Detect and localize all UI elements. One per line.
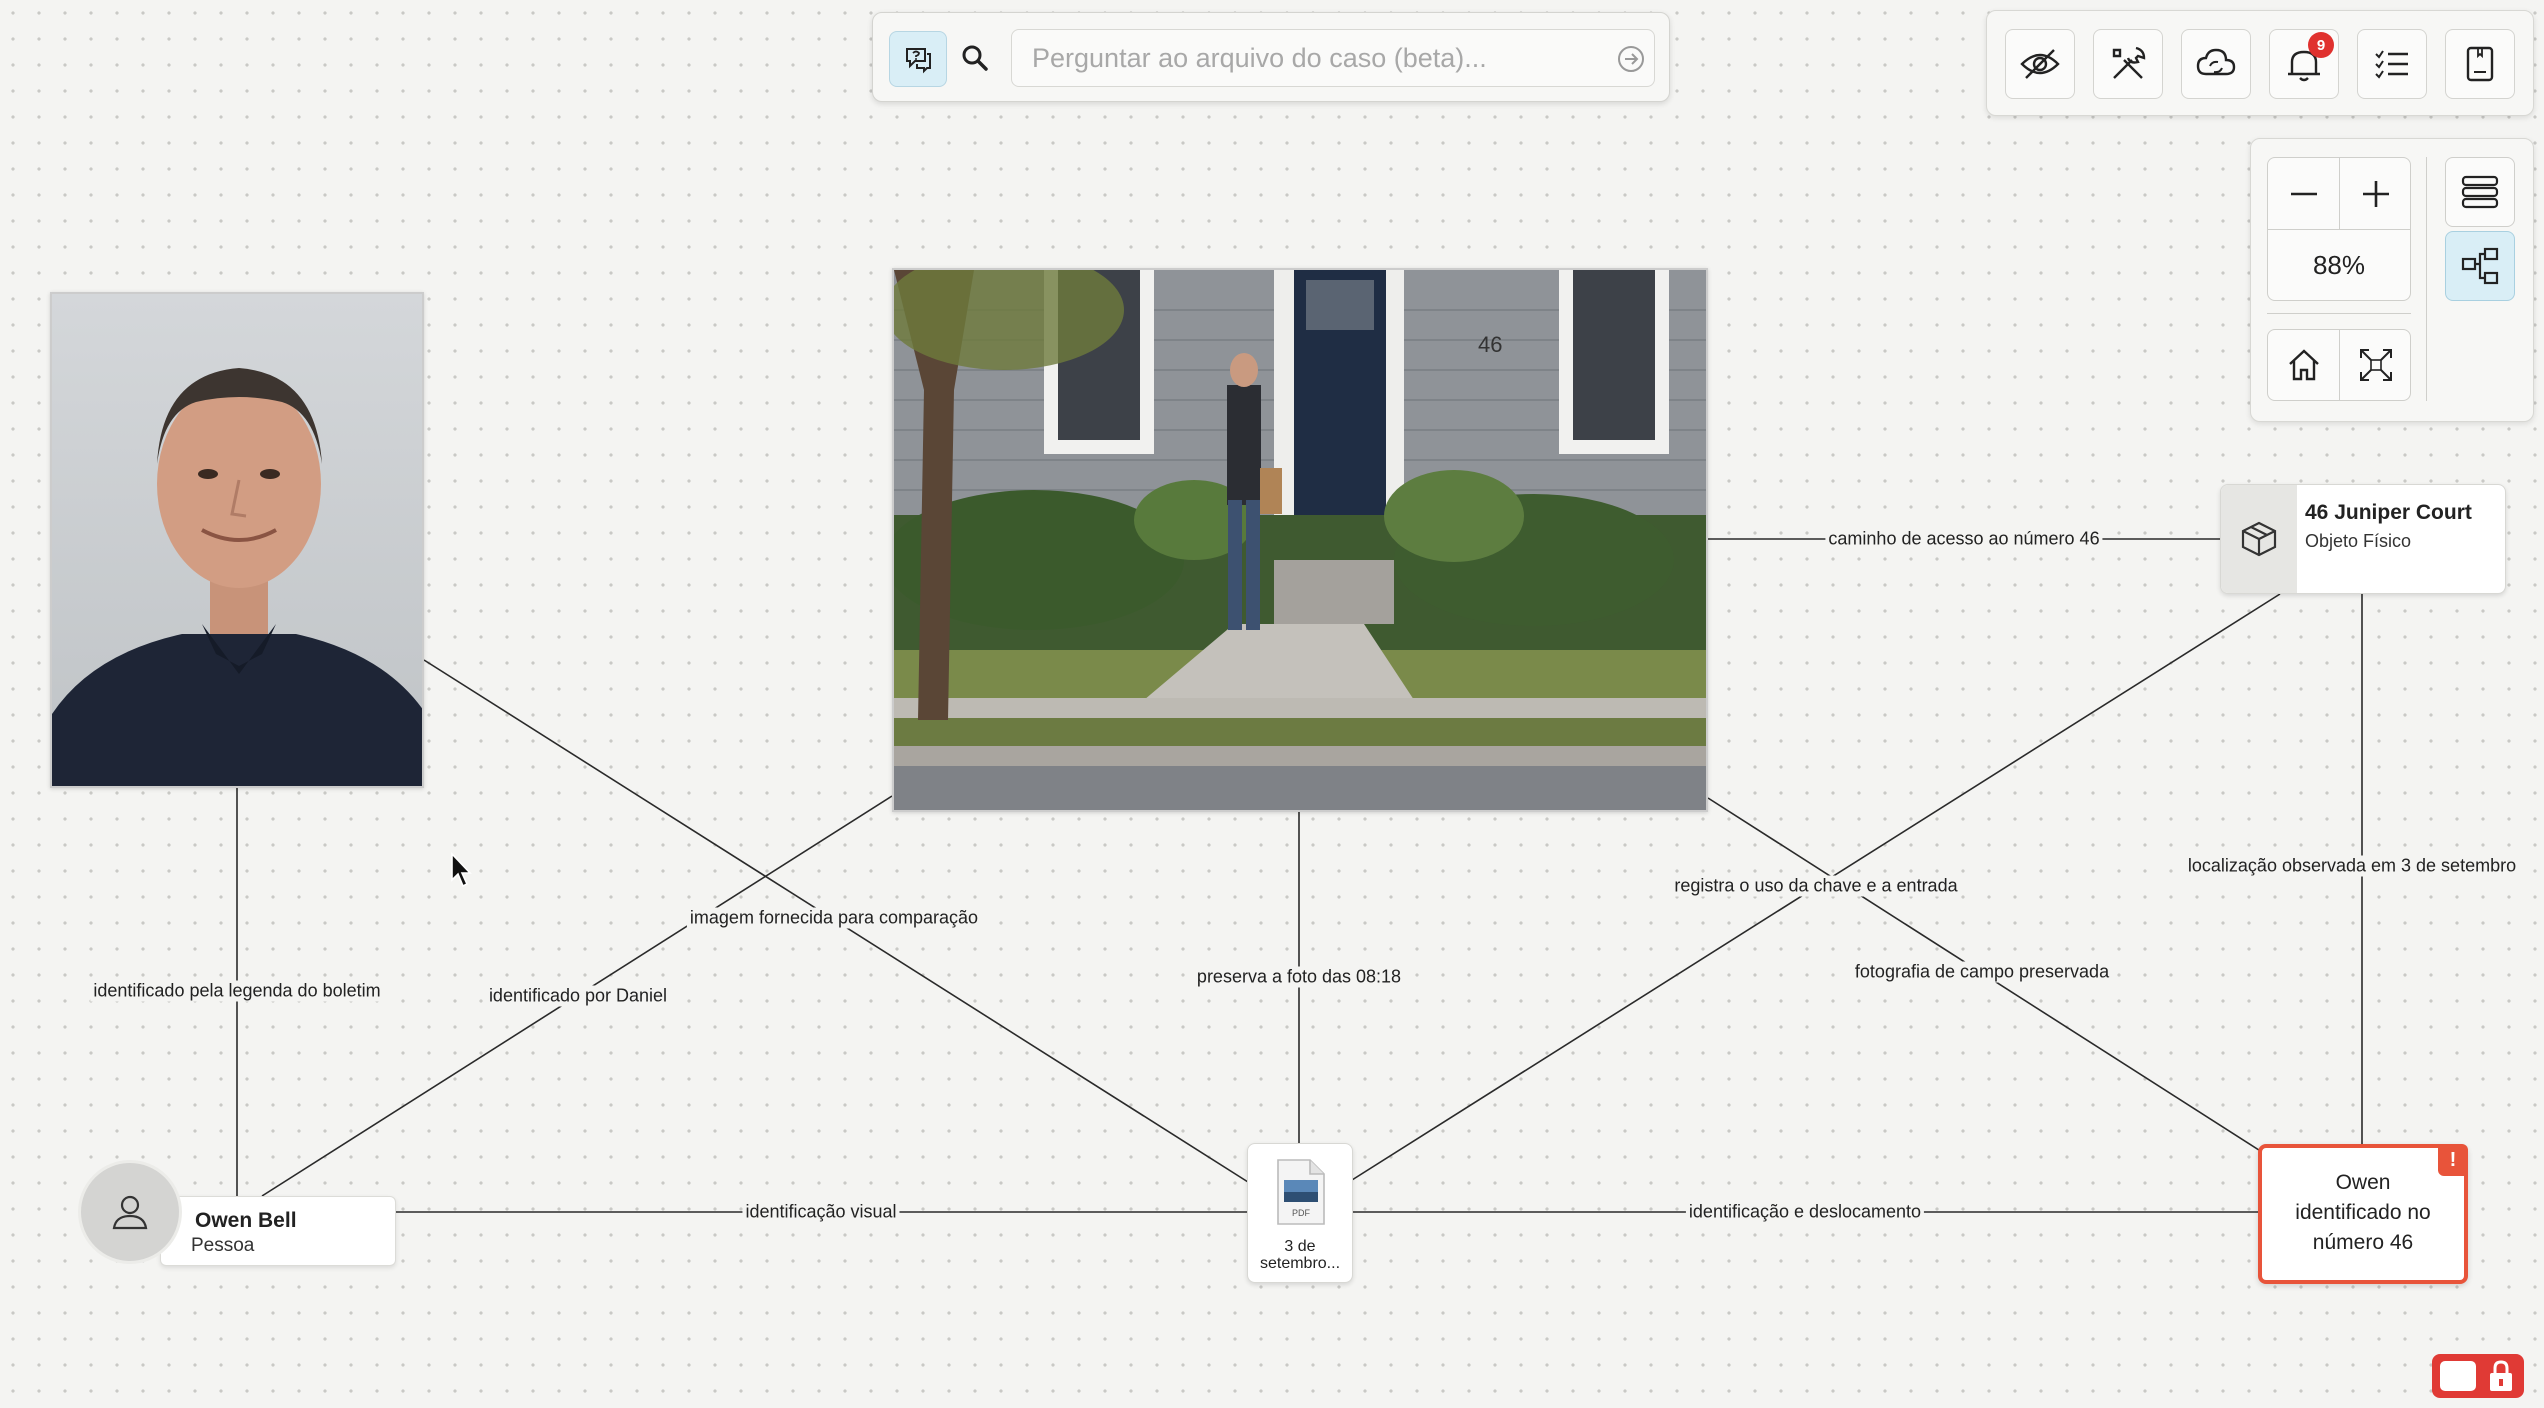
zoom-panel: 88%	[2250, 138, 2534, 422]
person-name: Owen Bell	[195, 1209, 297, 1232]
toggle-visibility-button[interactable]	[2005, 29, 2075, 99]
pdf-file-icon: PDF	[1277, 1159, 1325, 1225]
list-layout-button[interactable]	[2445, 157, 2515, 227]
house-photo-node[interactable]: 46	[892, 268, 1708, 812]
case-search-bar	[872, 12, 1670, 102]
search-icon	[962, 45, 988, 71]
pdf-type-text: PDF	[1292, 1208, 1311, 1218]
edge-label-identified-by-daniel[interactable]: identificado por Daniel	[485, 985, 671, 1007]
alert-flag-icon[interactable]: !	[2438, 1144, 2468, 1176]
view-controls	[2267, 329, 2411, 401]
entity-icon-container	[2221, 485, 2297, 593]
portrait-photo-node[interactable]	[50, 292, 424, 788]
claim-text-line3: número 46	[2312, 1231, 2414, 1254]
chat-question-icon	[906, 48, 931, 74]
graph-layout-icon	[2461, 247, 2499, 285]
document-label: 3 de setembro...	[1248, 1238, 1352, 1272]
claim-text-line1: Owen	[2335, 1171, 2391, 1194]
portrait-image	[52, 294, 422, 786]
notebook-button[interactable]	[2445, 29, 2515, 99]
eye-off-icon	[2020, 49, 2060, 79]
search-button[interactable]	[947, 31, 1003, 85]
chat-mode-button[interactable]	[889, 31, 947, 87]
claim-text-line2: identificado no	[2295, 1201, 2431, 1224]
stacked-list-icon	[2461, 175, 2499, 209]
checklist-button[interactable]	[2357, 29, 2427, 99]
person-avatar[interactable]	[78, 1160, 182, 1264]
zoom-panel-vertical-divider	[2426, 157, 2427, 401]
edge-label-visual-id[interactable]: identificação visual	[742, 1201, 900, 1223]
edge-label-id-and-movement[interactable]: identificação e deslocamento	[1685, 1201, 1925, 1223]
notifications-button[interactable]: 9	[2269, 29, 2339, 99]
person-icon	[112, 1195, 148, 1230]
zoom-controls: 88%	[2267, 157, 2411, 301]
notification-count-badge: 9	[2308, 32, 2334, 58]
cloud-sync-icon	[2196, 48, 2236, 76]
tools-icon	[2112, 46, 2146, 79]
zoom-divider	[2267, 313, 2411, 314]
document-label-line1: 3 de	[1284, 1238, 1316, 1255]
zoom-in-button[interactable]	[2340, 158, 2411, 229]
document-label-line2: setembro...	[1259, 1255, 1341, 1272]
edge-label-key-use[interactable]: registra o uso da chave e a entrada	[1671, 875, 1961, 897]
edge-label-bulletin-caption[interactable]: identificado pela legenda do boletim	[90, 980, 384, 1002]
person-type: Pessoa	[191, 1235, 255, 1256]
house-image: 46	[894, 270, 1706, 810]
fit-to-screen-button[interactable]	[2340, 330, 2411, 400]
mouse-cursor-icon	[451, 852, 472, 888]
cloud-sync-button[interactable]	[2181, 29, 2251, 99]
claim-node[interactable]: Owen identificado no número 46 !	[2258, 1144, 2468, 1284]
plus-icon	[2362, 180, 2389, 207]
package-icon	[2241, 521, 2277, 557]
edge-label-comparison-image[interactable]: imagem fornecida para comparação	[686, 907, 982, 929]
expand-icon	[2359, 349, 2392, 381]
lock-icon	[2490, 1360, 2512, 1391]
entity-title: 46 Juniper Court	[2305, 501, 2472, 524]
notebook-icon	[2466, 46, 2494, 82]
zoom-out-button[interactable]	[2268, 158, 2339, 229]
home-icon	[2288, 349, 2319, 381]
location-entity-node[interactable]: 46 Juniper Court Objeto Físico	[2220, 484, 2506, 594]
edge-label-location-observed[interactable]: localização observada em 3 de setembro	[2184, 855, 2520, 877]
case-search-input[interactable]	[1011, 29, 1655, 87]
tools-button[interactable]	[2093, 29, 2163, 99]
lock-switch-knob	[2440, 1361, 2476, 1391]
zoom-level: 88%	[2312, 249, 2366, 280]
entity-type: Objeto Físico	[2305, 531, 2412, 551]
person-node-card[interactable]: Owen Bell Pessoa	[160, 1196, 396, 1266]
edge-label-access-path[interactable]: caminho de acesso ao número 46	[1825, 528, 2103, 550]
document-node[interactable]: PDF 3 de setembro...	[1247, 1143, 1353, 1283]
checklist-icon	[2375, 50, 2408, 79]
house-number-text: 46	[1478, 332, 1502, 357]
graph-layout-button[interactable]	[2445, 231, 2515, 301]
edge-label-field-photo[interactable]: fotografia de campo preservada	[1851, 961, 2113, 983]
main-toolbar: 9	[1986, 10, 2534, 116]
claim-text: Owen identificado no número 46	[2262, 1168, 2464, 1258]
submit-arrow-icon[interactable]	[1615, 43, 1647, 75]
edge-label-preserve-photo[interactable]: preserva a foto das 08:18	[1193, 966, 1405, 988]
home-view-button[interactable]	[2268, 330, 2339, 400]
minus-icon	[2290, 192, 2317, 195]
canvas-lock-toggle[interactable]	[2432, 1354, 2524, 1398]
